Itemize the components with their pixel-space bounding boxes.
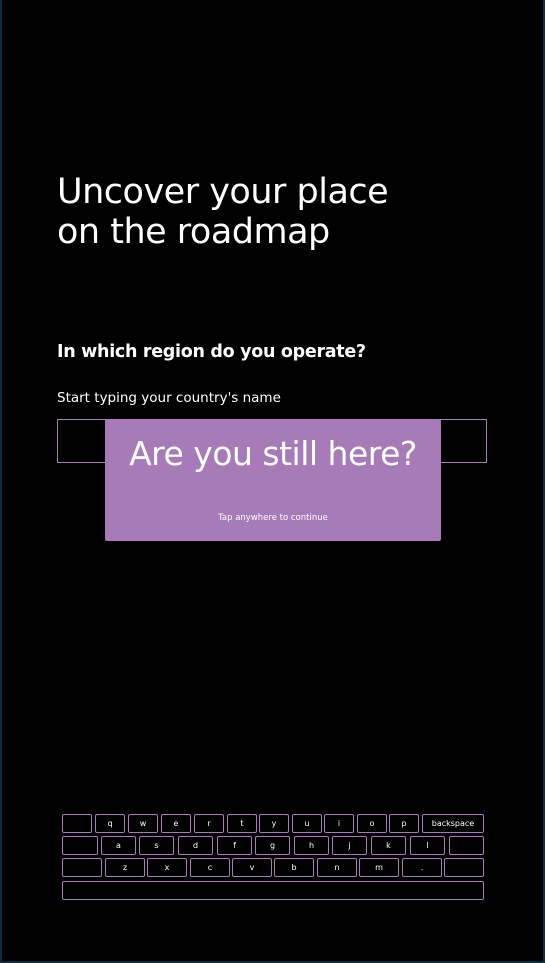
key-p[interactable]: p	[389, 814, 419, 833]
key-shift-left[interactable]	[62, 858, 102, 877]
headline-line-2: on the roadmap	[57, 212, 330, 252]
key-caps[interactable]	[62, 836, 98, 855]
key-tab[interactable]	[62, 814, 92, 833]
country-input-hint: Start typing your country's name	[57, 390, 281, 406]
keyboard-row-4	[62, 881, 484, 900]
key-v[interactable]: v	[232, 858, 272, 877]
key-j[interactable]: j	[332, 836, 367, 855]
key-h[interactable]: h	[294, 836, 329, 855]
key-d[interactable]: d	[178, 836, 213, 855]
key-m[interactable]: m	[359, 858, 399, 877]
region-question: In which region do you operate?	[57, 342, 366, 362]
key-i[interactable]: i	[324, 814, 354, 833]
kiosk-screen: Uncover your place on the roadmap In whi…	[2, 0, 543, 961]
key-z[interactable]: z	[105, 858, 145, 877]
key-k[interactable]: k	[371, 836, 406, 855]
key-shift-right[interactable]	[444, 858, 484, 877]
keyboard-row-3: z x c v b n m .	[62, 858, 484, 877]
key-y[interactable]: y	[259, 814, 289, 833]
keyboard-row-2: a s d f g h j k l	[62, 836, 484, 855]
key-enter[interactable]	[449, 836, 484, 855]
key-o[interactable]: o	[357, 814, 387, 833]
key-a[interactable]: a	[101, 836, 136, 855]
key-space[interactable]	[62, 881, 484, 900]
key-u[interactable]: u	[292, 814, 322, 833]
page-headline: Uncover your place on the roadmap	[57, 172, 397, 252]
key-w[interactable]: w	[128, 814, 158, 833]
key-s[interactable]: s	[139, 836, 174, 855]
key-backspace[interactable]: backspace	[422, 814, 484, 833]
key-n[interactable]: n	[317, 858, 357, 877]
key-r[interactable]: r	[194, 814, 224, 833]
key-e[interactable]: e	[161, 814, 191, 833]
inactivity-modal[interactable]: Are you still here? Tap anywhere to cont…	[105, 419, 441, 541]
modal-title: Are you still here?	[129, 434, 417, 473]
key-f[interactable]: f	[217, 836, 252, 855]
keyboard-row-1: q w e r t y u i o p backspace	[62, 814, 484, 833]
headline-line-1: Uncover your place	[57, 172, 389, 212]
key-x[interactable]: x	[147, 858, 187, 877]
key-q[interactable]: q	[95, 814, 125, 833]
key-t[interactable]: t	[227, 814, 257, 833]
modal-subtitle: Tap anywhere to continue	[218, 513, 328, 523]
key-c[interactable]: c	[190, 858, 230, 877]
key-g[interactable]: g	[255, 836, 290, 855]
key-period[interactable]: .	[402, 858, 442, 877]
key-b[interactable]: b	[274, 858, 314, 877]
key-l[interactable]: l	[410, 836, 445, 855]
